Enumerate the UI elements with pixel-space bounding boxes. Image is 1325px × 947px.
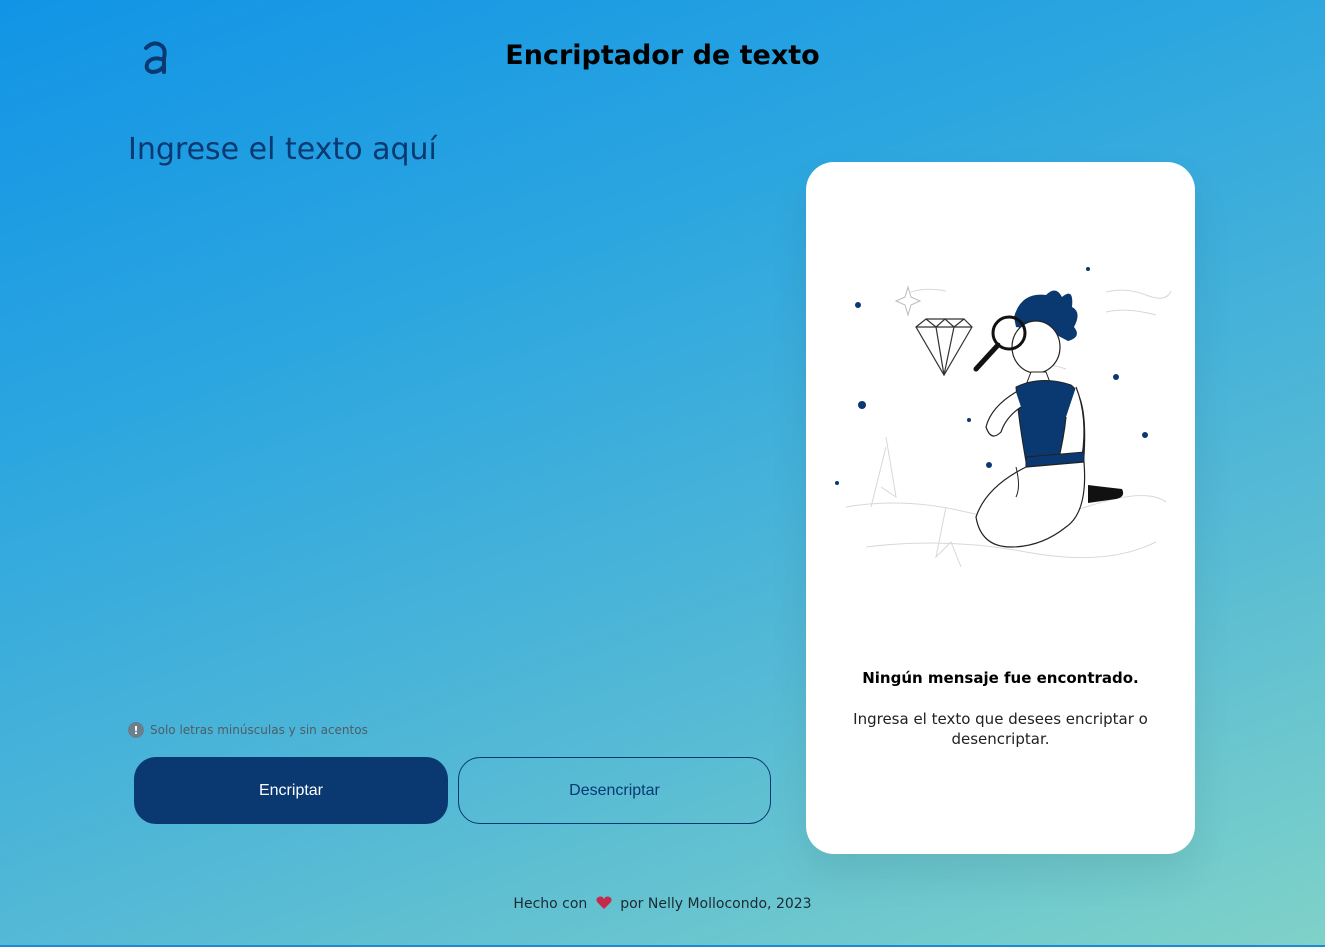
decrypt-button[interactable]: Desencriptar <box>458 757 771 824</box>
text-input[interactable] <box>128 132 768 692</box>
page-title: Encriptador de texto <box>505 40 820 71</box>
input-hint: ! Solo letras minúsculas y sin acentos <box>128 722 368 738</box>
person-with-magnifying-glass-illustration <box>826 257 1176 587</box>
hint-text: Solo letras minúsculas y sin acentos <box>150 723 368 737</box>
output-card: Ningún mensaje fue encontrado. Ingresa e… <box>806 162 1195 854</box>
footer: Hecho con por Nelly Mollocondo, 2023 <box>0 896 1325 912</box>
heart-icon <box>596 896 612 910</box>
footer-text-before: Hecho con <box>513 896 588 912</box>
encrypt-button[interactable]: Encriptar <box>134 757 448 824</box>
empty-message-description: Ingresa el texto que desees encriptar o … <box>853 710 1148 748</box>
empty-message-title: Ningún mensaje fue encontrado. <box>862 669 1139 687</box>
footer-text-after: por Nelly Mollocondo, 2023 <box>620 896 812 912</box>
info-icon: ! <box>128 722 144 738</box>
